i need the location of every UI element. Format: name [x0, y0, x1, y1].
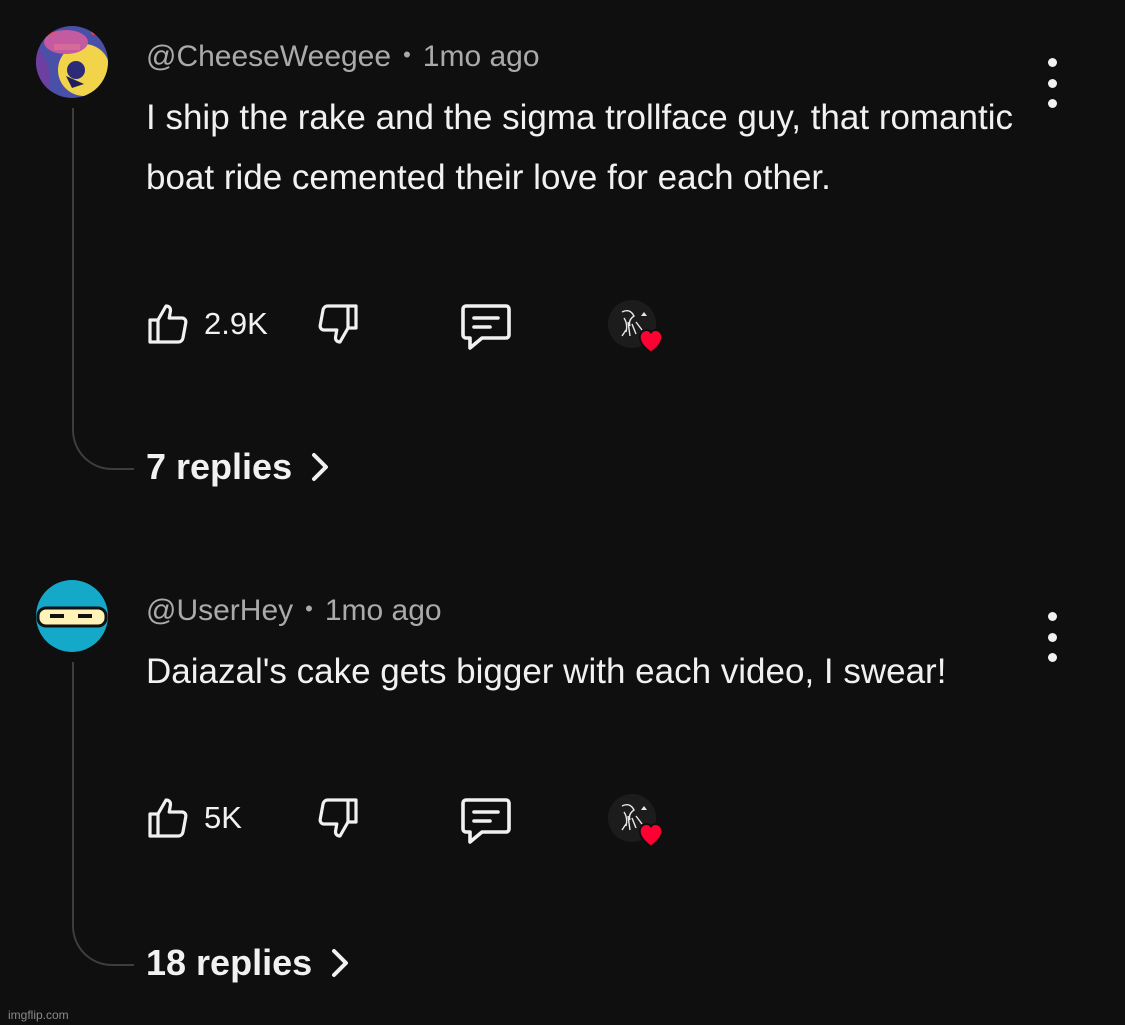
comment-meta: @CheeseWeegee • 1mo ago: [146, 40, 540, 74]
comment-actions: 5K: [144, 794, 704, 850]
dot-icon: [1047, 632, 1057, 642]
comment-icon: [461, 798, 511, 844]
replies-count-label: 18 replies: [146, 942, 313, 983]
like-count: 5K: [204, 800, 242, 835]
comment-text: Daiazal's cake gets bigger with each vid…: [146, 652, 947, 691]
user-avatar[interactable]: [36, 26, 108, 98]
thread-line: [72, 662, 134, 966]
more-options-button[interactable]: [1036, 58, 1068, 108]
watermark: imgflip.com: [8, 1008, 69, 1022]
view-replies-button[interactable]: 7 replies: [146, 446, 330, 488]
timestamp[interactable]: 1mo ago: [423, 40, 540, 73]
thread-line: [72, 108, 134, 470]
comment-icon: [461, 304, 511, 350]
dot-icon: [1047, 78, 1057, 88]
username[interactable]: @UserHey: [146, 594, 293, 627]
comment-text: I ship the rake and the sigma trollface …: [146, 98, 1014, 197]
purple-yellow-avatar-icon: [36, 26, 108, 98]
dot-icon: [1047, 99, 1057, 108]
dot-icon: [1047, 653, 1057, 662]
dot-icon: [1047, 612, 1057, 621]
user-avatar[interactable]: [36, 580, 108, 652]
reply-button[interactable]: [458, 794, 514, 846]
comment-meta: @UserHey • 1mo ago: [146, 594, 442, 628]
view-replies-button[interactable]: 18 replies: [146, 942, 350, 984]
comment-2: @UserHey • 1mo ago Daiazal's cake gets big…: [0, 580, 1125, 1000]
heart-icon: [638, 329, 664, 354]
dislike-button[interactable]: [314, 794, 362, 842]
thumbs-up-icon: [148, 304, 188, 344]
chevron-right-icon: [332, 949, 349, 977]
meta-separator: •: [403, 42, 411, 67]
thumbs-down-icon: [318, 304, 358, 344]
comment-1: @CheeseWeegee • 1mo ago I ship the rake an…: [0, 26, 1125, 506]
meta-separator: •: [305, 596, 313, 621]
creator-heart-badge: [608, 794, 664, 848]
comment-actions: 2.9K: [144, 300, 704, 356]
replies-count-label: 7 replies: [146, 446, 293, 487]
dislike-button[interactable]: [314, 300, 362, 348]
chevron-right-icon: [312, 453, 329, 481]
heart-icon: [638, 823, 664, 848]
like-count: 2.9K: [204, 306, 268, 341]
creator-heart-badge: [608, 300, 664, 354]
thumbs-down-icon: [318, 798, 358, 838]
more-options-button[interactable]: [1036, 612, 1068, 662]
like-button[interactable]: 2.9K: [144, 300, 268, 348]
dot-icon: [1047, 58, 1057, 67]
thumbs-up-icon: [148, 798, 188, 838]
blue-ninja-avatar-icon: [36, 580, 108, 652]
like-button[interactable]: 5K: [144, 794, 242, 842]
reply-button[interactable]: [458, 300, 514, 352]
timestamp[interactable]: 1mo ago: [325, 594, 442, 627]
username[interactable]: @CheeseWeegee: [146, 40, 391, 73]
